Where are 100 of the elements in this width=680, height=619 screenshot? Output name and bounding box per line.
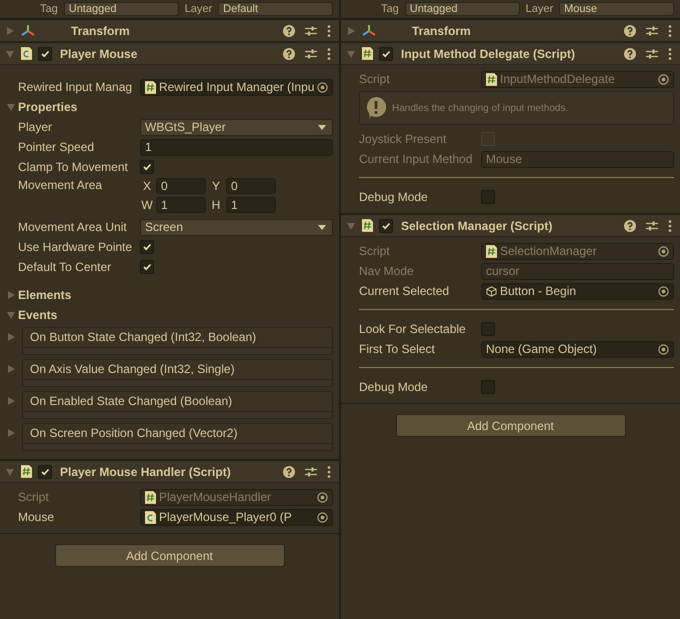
settings-icon[interactable]: [646, 220, 658, 232]
help-icon[interactable]: [283, 466, 295, 478]
event-box[interactable]: On Button State Changed (Int32, Boolean): [22, 327, 333, 355]
field-label: Nav Mode: [359, 264, 415, 278]
field-label: Rewired Input Manag: [18, 80, 134, 94]
transform-axes-icon: [362, 24, 376, 38]
component-header[interactable]: Transform: [0, 19, 339, 42]
settings-icon[interactable]: [646, 48, 658, 60]
input-field[interactable]: 1: [140, 138, 333, 156]
component-header[interactable]: Selection Manager (Script): [341, 214, 680, 237]
input-field[interactable]: 1: [156, 197, 206, 213]
component-header[interactable]: Transform: [341, 19, 680, 42]
field-label: Look For Selectable: [359, 322, 467, 336]
script-file-icon: [21, 465, 32, 478]
object-picker-icon[interactable]: [658, 344, 669, 354]
caret-icon: [318, 224, 326, 230]
foldout-label[interactable]: Properties: [18, 100, 78, 114]
tag-label: Tag: [381, 3, 399, 15]
settings-icon[interactable]: [646, 24, 658, 36]
tag-dropdown[interactable]: Untagged: [404, 2, 520, 16]
component-title: Input Method Delegate (Script): [401, 46, 576, 60]
field-label: Use Hardware Pointe: [18, 240, 134, 254]
checkbox[interactable]: [140, 240, 154, 254]
event-box[interactable]: On Axis Value Changed (Int32, Single): [22, 359, 333, 387]
input-field[interactable]: 0: [226, 178, 276, 194]
help-icon[interactable]: [283, 48, 295, 60]
checkbox[interactable]: [481, 322, 495, 336]
help-icon[interactable]: [624, 48, 636, 60]
axis-label: Y: [210, 179, 221, 193]
layer-label: Layer: [184, 3, 212, 15]
component-header[interactable]: Player Mouse: [0, 42, 339, 65]
add-component-button[interactable]: Add Component: [396, 414, 626, 437]
object-field[interactable]: PlayerMouse_Player0 (P: [140, 508, 333, 526]
field-label: Script: [18, 490, 50, 504]
checkbox[interactable]: [481, 190, 495, 204]
script-file-icon: [486, 244, 497, 258]
object-picker-icon[interactable]: [658, 286, 669, 296]
script-file-icon: [362, 219, 373, 232]
object-picker-icon[interactable]: [317, 512, 328, 522]
help-icon[interactable]: [624, 24, 636, 36]
axis-label: W: [140, 198, 154, 212]
more-options-icon[interactable]: [668, 220, 672, 232]
input-field[interactable]: 0: [156, 178, 206, 194]
foldout-label[interactable]: Elements: [18, 288, 72, 302]
dropdown[interactable]: WBGtS_Player: [140, 118, 333, 136]
event-box[interactable]: On Screen Position Changed (Vector2): [22, 423, 333, 451]
checkbox[interactable]: [379, 46, 393, 60]
component-title: Transform: [71, 24, 131, 38]
field-label: Pointer Speed: [18, 140, 96, 154]
checkbox[interactable]: [38, 46, 52, 60]
field-label: Current Input Method: [359, 152, 474, 166]
settings-icon[interactable]: [305, 24, 317, 36]
help-icon[interactable]: [624, 220, 636, 232]
checkbox[interactable]: [140, 160, 154, 174]
component-file-icon: [21, 47, 32, 60]
field-label: Mouse: [18, 510, 56, 524]
field-label: First To Select: [359, 342, 436, 356]
checkmark-icon: [381, 220, 391, 230]
field-label: Default To Center: [18, 260, 112, 274]
script-file-icon: [145, 490, 156, 504]
object-field[interactable]: None (Game Object): [481, 340, 674, 358]
settings-icon[interactable]: [305, 466, 317, 478]
help-icon[interactable]: [283, 24, 295, 36]
tag-label: Tag: [40, 3, 58, 15]
checkbox[interactable]: [38, 464, 52, 478]
field-label: Player: [18, 120, 54, 134]
event-box[interactable]: On Enabled State Changed (Boolean): [22, 391, 333, 419]
component-file-icon: [145, 510, 156, 524]
settings-icon[interactable]: [305, 48, 317, 60]
checkbox[interactable]: [379, 218, 393, 232]
object-field[interactable]: Rewired Input Manager (Inpu: [140, 78, 333, 96]
field-label: Movement Area: [18, 178, 104, 192]
object-picker-icon[interactable]: [317, 82, 328, 92]
layer-dropdown[interactable]: Default: [218, 2, 333, 16]
checkbox[interactable]: [140, 260, 154, 274]
field-label: Clamp To Movement: [18, 160, 129, 174]
field-label: Current Selected: [359, 284, 450, 298]
checkmark-icon: [381, 48, 391, 58]
checkbox[interactable]: [481, 380, 495, 394]
field-label: Debug Mode: [359, 190, 429, 204]
more-options-icon[interactable]: [327, 466, 331, 478]
help-text: Handles the changing of input methods.: [392, 102, 568, 114]
component-header[interactable]: Input Method Delegate (Script): [341, 42, 680, 65]
more-options-icon[interactable]: [327, 48, 331, 60]
foldout-label[interactable]: Events: [18, 308, 58, 322]
component-header[interactable]: Player Mouse Handler (Script): [0, 460, 339, 483]
tag-dropdown[interactable]: Untagged: [64, 2, 179, 16]
cube-icon: [486, 286, 497, 296]
more-options-icon[interactable]: [668, 48, 672, 60]
event-title: On Screen Position Changed (Vector2): [29, 425, 238, 442]
event-title: On Enabled State Changed (Boolean): [29, 393, 234, 410]
input-field[interactable]: 1: [226, 197, 276, 213]
more-options-icon[interactable]: [327, 24, 331, 36]
field-label: Movement Area Unit: [18, 220, 128, 234]
layer-dropdown[interactable]: Mouse: [559, 2, 674, 16]
dropdown[interactable]: Screen: [140, 218, 333, 236]
caret-icon: [318, 124, 326, 130]
object-field[interactable]: Button - Begin: [481, 282, 674, 300]
add-component-button[interactable]: Add Component: [54, 544, 284, 567]
more-options-icon[interactable]: [668, 24, 672, 36]
